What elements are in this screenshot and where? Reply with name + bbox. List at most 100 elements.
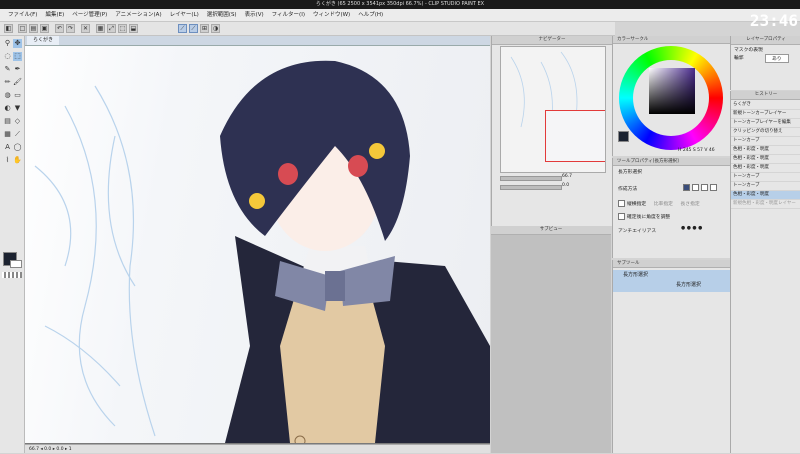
redo-icon[interactable]: ↷ [66, 24, 75, 33]
transform-icon[interactable]: ⤢ [107, 24, 116, 33]
current-color-swatch[interactable] [618, 131, 629, 142]
snap-guide-icon[interactable]: ⟋ [189, 24, 198, 33]
airbrush-tool-icon[interactable]: ◍ [3, 91, 12, 100]
menu-layer[interactable]: レイヤー(L) [166, 9, 203, 21]
menu-edit[interactable]: 編集(E) [41, 9, 68, 21]
history-item[interactable]: 色相・彩度・明度 [731, 146, 800, 155]
text-tool-icon[interactable]: A [3, 143, 12, 152]
snap-ruler-icon[interactable]: ⟋ [178, 24, 187, 33]
s-label: S [692, 148, 696, 153]
balloon-tool-icon[interactable]: ◯ [13, 143, 22, 152]
hsv-readout: H 245 S 57 V 46 [678, 148, 715, 153]
navigator-title: ナビゲーター [492, 36, 612, 45]
menu-file[interactable]: ファイル(F) [4, 9, 41, 21]
transparent-color-swatch[interactable] [2, 272, 22, 278]
saturation-value-square[interactable] [649, 68, 695, 114]
eyedropper-tool-icon[interactable]: ✎ [3, 65, 12, 74]
undo-icon[interactable]: ↶ [55, 24, 64, 33]
menu-animation[interactable]: アニメーション(A) [111, 9, 165, 21]
subtool-item-rect-select-2[interactable]: 長方形選択 [613, 280, 731, 292]
v-value: 46 [708, 148, 715, 153]
history-item[interactable]: 色相・彩度・明度 [731, 164, 800, 173]
move-tool-icon[interactable]: ✥ [13, 39, 22, 48]
antialias-options[interactable]: ● ● ● ● [681, 226, 702, 231]
menu-filter[interactable]: フィルター(I) [268, 9, 309, 21]
subtool-title: サブツール [613, 260, 731, 268]
history-item-dim[interactable]: 新規色相・彩度・明度レイヤー [731, 200, 800, 209]
flower-right [369, 143, 385, 159]
menu-bar: ファイル(F) 編集(E) ページ管理(P) アニメーション(A) レイヤー(L) 選択範… [0, 9, 800, 22]
subview-title: サブビュー [491, 226, 611, 235]
history-item[interactable]: トーンカーブ [731, 182, 800, 191]
fill-icon[interactable]: ▦ [96, 24, 105, 33]
history-item-selected[interactable]: 色相・彩度・明度 [731, 191, 800, 200]
new-icon[interactable]: □ [18, 24, 27, 33]
pen-tool-icon[interactable]: ✒ [13, 65, 22, 74]
deselect-icon[interactable]: ⬚ [118, 24, 127, 33]
subtool-item-rect-select[interactable]: 長方形選択 [613, 270, 731, 280]
history-panel: ヒストリー らくがき 新規トーンカーブレイヤー トーンカーブレイヤーを編集 クリ… [730, 91, 800, 453]
ruler-tool-icon[interactable]: ⟋ [13, 130, 22, 139]
save-icon[interactable]: ▣ [40, 24, 49, 33]
history-item[interactable]: クリッピングの切り替え [731, 128, 800, 137]
menu-select[interactable]: 選択範囲(S) [203, 9, 241, 21]
mask-label: マスクの表現 [734, 48, 763, 53]
menu-view[interactable]: 表示(V) [241, 9, 268, 21]
clear-icon[interactable]: ✕ [81, 24, 90, 33]
menu-page[interactable]: ページ管理(P) [68, 9, 111, 21]
hand-tool-icon[interactable]: ✋ [13, 156, 22, 165]
open-icon[interactable]: ▤ [29, 24, 38, 33]
navigator-thumbnail[interactable] [500, 46, 606, 173]
cardigan [280, 291, 385, 443]
history-item[interactable]: トーンカーブ [731, 173, 800, 182]
app-icon[interactable]: ◧ [4, 24, 13, 33]
select-tool-icon[interactable]: ⬚ [13, 52, 22, 61]
mode-sub-icon[interactable] [701, 184, 708, 191]
history-item[interactable]: トーンカーブ [731, 137, 800, 146]
tool-property-title: ツールプロパティ[長方形選択] [613, 158, 731, 166]
frame-tool-icon[interactable]: ▦ [3, 130, 12, 139]
mask-dropdown[interactable]: あり [765, 54, 789, 63]
clock: 23:46 [749, 11, 798, 30]
correct-line-tool-icon[interactable]: ⌇ [3, 156, 12, 165]
adjust-angle-checkbox[interactable] [618, 213, 625, 220]
aspect-label: 縦横指定 [627, 202, 647, 207]
mode-add-icon[interactable] [692, 184, 699, 191]
menu-help[interactable]: ヘルプ(H) [354, 9, 387, 21]
rotate-slider[interactable] [500, 185, 562, 190]
history-item[interactable]: らくがき [731, 101, 800, 110]
length-label[interactable]: 長さ指定 [680, 202, 699, 207]
subtool-panel: サブツール 長方形選択 長方形選択 [612, 260, 731, 453]
invert-icon[interactable]: ⬓ [129, 24, 138, 33]
blend-tool-icon[interactable]: ◐ [3, 104, 12, 113]
ratio-label[interactable]: 比率指定 [654, 202, 673, 207]
history-item[interactable]: 新規トーンカーブレイヤー [731, 110, 800, 119]
snap-grid-icon[interactable]: ⊞ [200, 24, 209, 33]
history-item[interactable]: 色相・彩度・明度 [731, 155, 800, 164]
aspect-checkbox[interactable] [618, 200, 625, 207]
sub-color-swatch[interactable] [10, 260, 22, 268]
mode-new-icon[interactable] [683, 184, 690, 191]
mode-intersect-icon[interactable] [710, 184, 717, 191]
artwork[interactable] [25, 46, 490, 447]
fill-tool-icon[interactable]: ▼ [13, 104, 22, 113]
snap-special-icon[interactable]: ◑ [211, 24, 220, 33]
figure-tool-icon[interactable]: ◇ [13, 117, 22, 126]
eraser-tool-icon[interactable]: ▭ [13, 91, 22, 100]
gradient-tool-icon[interactable]: ▤ [3, 117, 12, 126]
navigator-view-frame[interactable] [545, 110, 605, 162]
menu-window[interactable]: ウィンドウ(W) [309, 9, 354, 21]
lasso-tool-icon[interactable]: ◌ [3, 52, 12, 61]
pencil-tool-icon[interactable]: ✏ [3, 78, 12, 87]
antialias-label: アンチエイリアス [618, 229, 657, 234]
brush-tool-icon[interactable]: 🖌 [13, 78, 22, 87]
zoom-slider[interactable] [500, 176, 562, 181]
adjust-angle-label: 確定後に角度を調整 [627, 215, 671, 220]
history-item[interactable]: トーンカーブレイヤーを編集 [731, 119, 800, 128]
canvas-area[interactable] [25, 36, 490, 453]
history-title: ヒストリー [731, 91, 800, 100]
zoom-tool-icon[interactable]: ⚲ [3, 39, 12, 48]
zoom-value: 66.7 [562, 174, 573, 179]
h-value: 245 [682, 148, 692, 153]
canvas-tab[interactable]: らくがき [27, 36, 60, 45]
